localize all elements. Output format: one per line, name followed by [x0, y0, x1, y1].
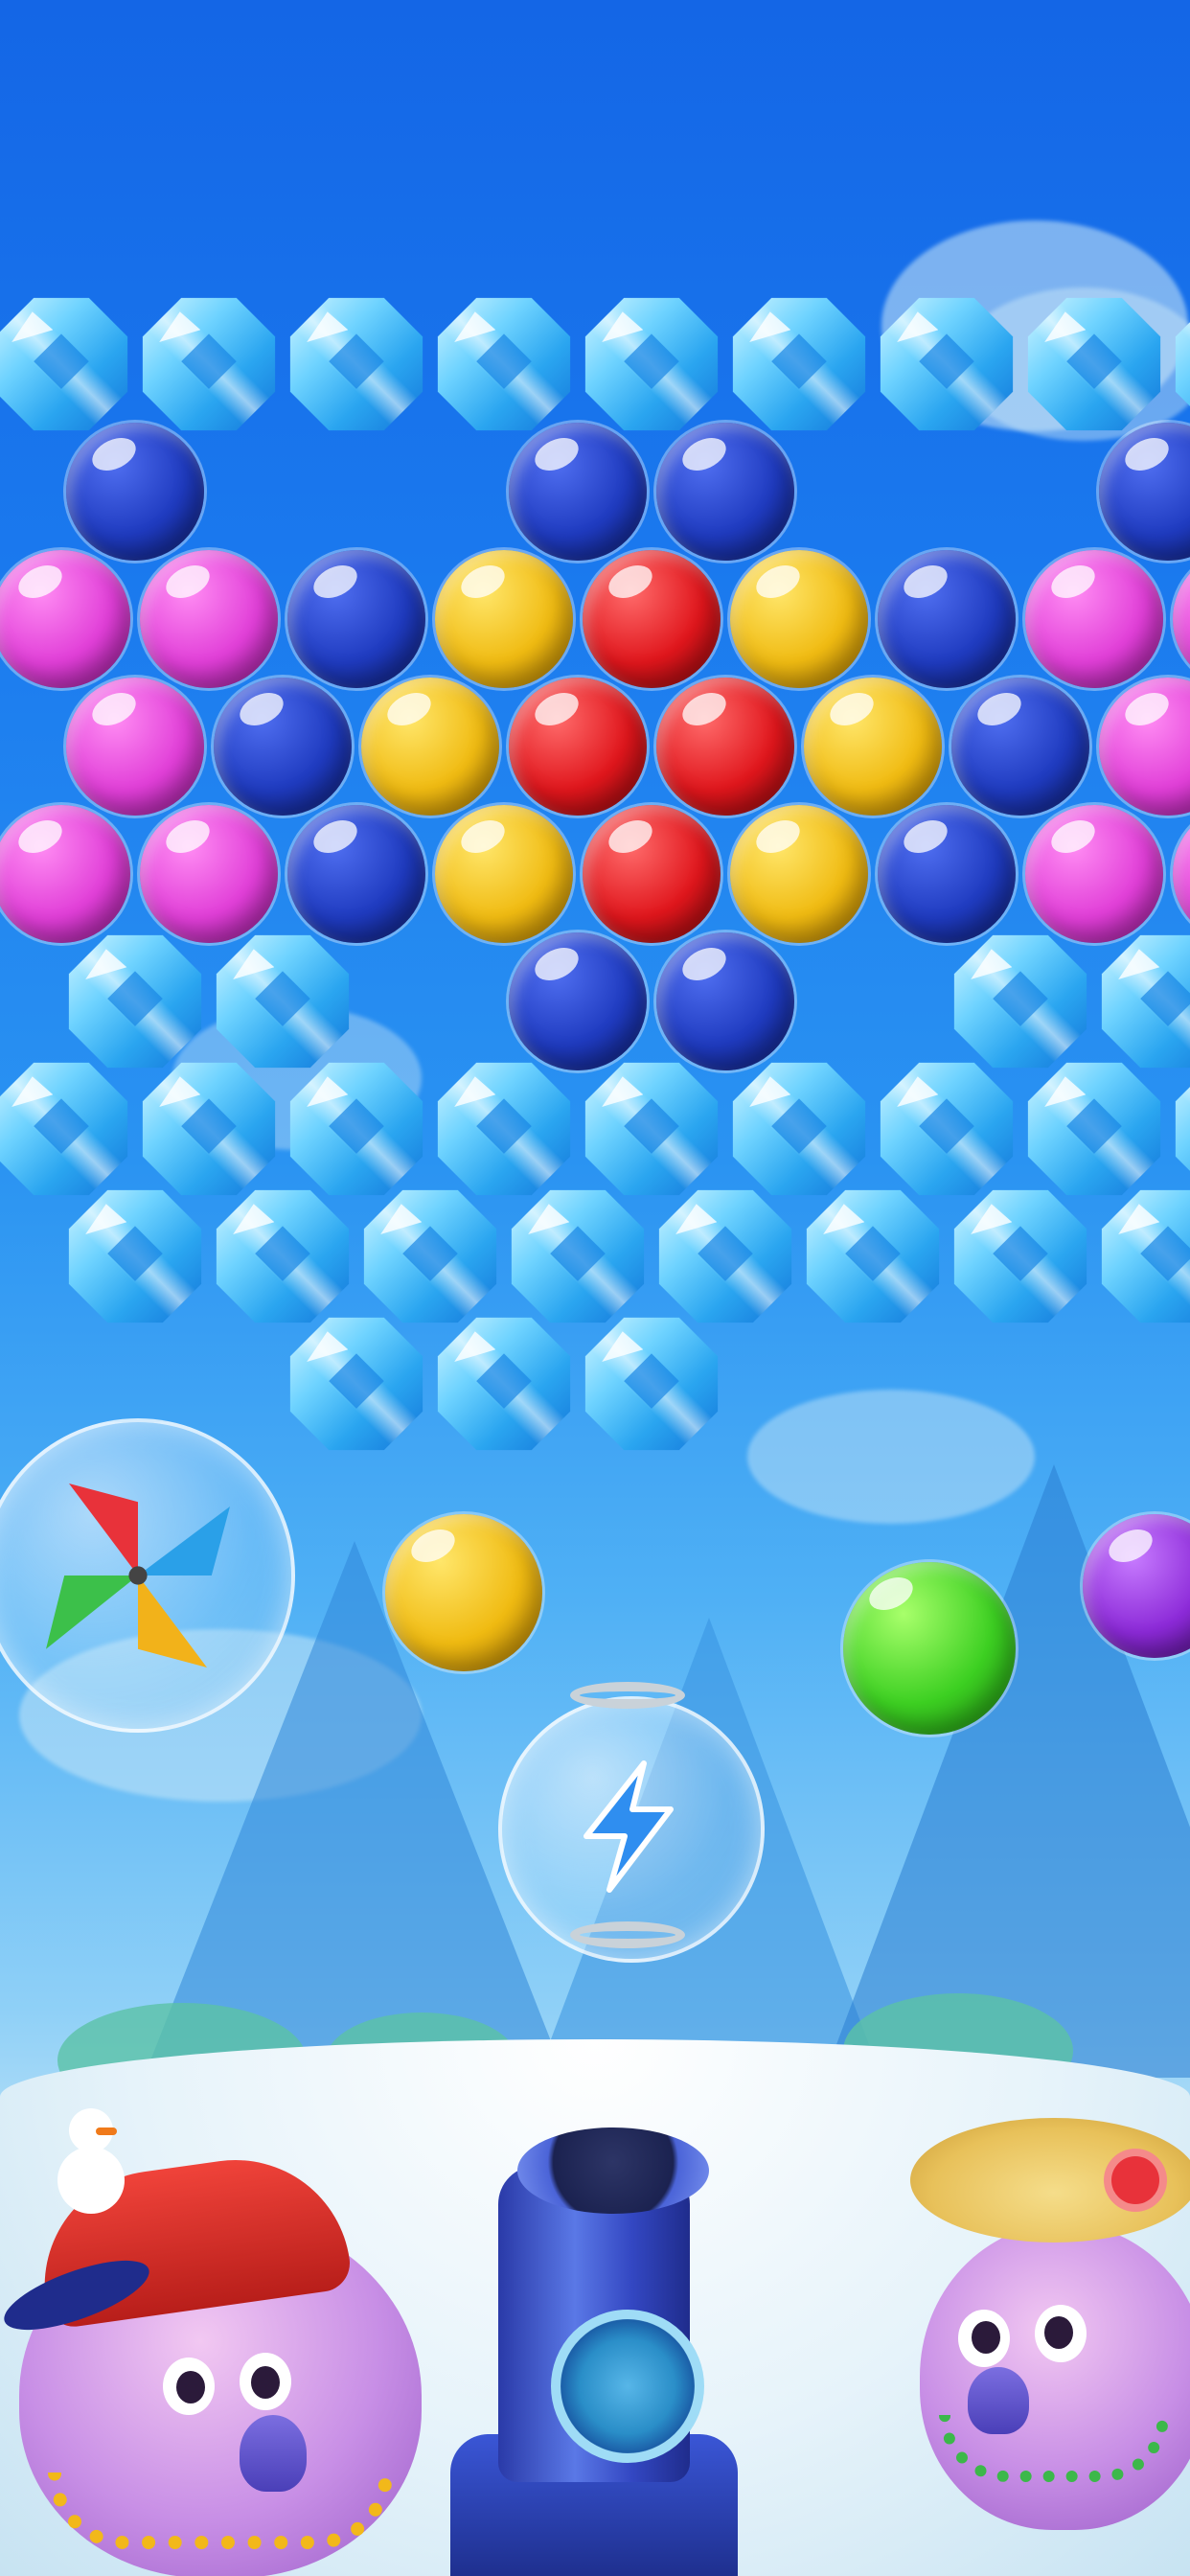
pink-bubble — [1025, 805, 1163, 943]
jar-bottom-rim — [570, 1921, 685, 1948]
ice-crystal-bubble — [1175, 1062, 1190, 1196]
game-scene[interactable] — [0, 0, 1190, 2576]
blue-bubble — [1099, 423, 1190, 561]
ice-crystal-bubble — [732, 297, 866, 431]
current-shooter-bubble[interactable] — [385, 1514, 542, 1671]
cannon-muzzle — [517, 2128, 709, 2214]
ice-crystal-bubble — [437, 1317, 571, 1451]
pink-bubble — [140, 805, 278, 943]
ice-crystal-bubble — [289, 297, 423, 431]
ice-crystal-bubble — [511, 1189, 645, 1323]
blue-bubble — [656, 932, 794, 1070]
cannon-swap-ring[interactable] — [551, 2310, 704, 2463]
bird-body — [920, 2223, 1190, 2530]
yellow-bubble — [361, 678, 499, 816]
lightning-icon — [584, 1760, 674, 1893]
gold-chain — [48, 2472, 393, 2549]
ice-crystal-bubble — [880, 1062, 1014, 1196]
blue-bubble — [287, 550, 425, 688]
ice-crystal-bubble — [658, 1189, 792, 1323]
blue-bubble — [287, 805, 425, 943]
ice-crystal-bubble — [0, 1062, 128, 1196]
ice-crystal-bubble — [953, 934, 1087, 1069]
yellow-bubble — [435, 805, 573, 943]
ice-crystal-bubble — [437, 297, 571, 431]
pink-bubble — [1173, 805, 1190, 943]
ice-crystal-bubble — [1101, 934, 1190, 1069]
bird-eye — [1035, 2305, 1087, 2362]
hat-flower — [1111, 2156, 1159, 2204]
pink-bubble — [0, 550, 130, 688]
ice-crystal-bubble — [289, 1317, 423, 1451]
red-bubble — [583, 550, 721, 688]
ice-crystal-bubble — [732, 1062, 866, 1196]
ice-crystal-bubble — [584, 1062, 719, 1196]
ice-crystal-bubble — [806, 1189, 940, 1323]
bird-eye — [958, 2310, 1010, 2367]
ice-crystal-bubble — [216, 1189, 350, 1323]
blue-bubble — [214, 678, 352, 816]
pink-bubble — [66, 678, 204, 816]
pink-bubble — [1173, 550, 1190, 688]
jar-top-rim — [570, 1682, 685, 1709]
ice-crystal-bubble — [584, 297, 719, 431]
blue-bubble — [878, 805, 1016, 943]
blue-bubble — [66, 423, 204, 561]
bird-eye — [163, 2358, 215, 2415]
yellow-bubble — [435, 550, 573, 688]
right-bird-character — [910, 2099, 1190, 2576]
red-bubble — [583, 805, 721, 943]
left-bird-character — [0, 2108, 441, 2576]
ice-crystal-bubble — [0, 297, 128, 431]
ice-crystal-bubble — [584, 1317, 719, 1451]
ice-crystal-bubble — [1101, 1189, 1190, 1323]
pinwheel-booster-button[interactable] — [0, 1418, 295, 1733]
ice-crystal-bubble — [363, 1189, 497, 1323]
next-shooter-bubble[interactable] — [843, 1562, 1016, 1735]
ice-crystal-bubble — [953, 1189, 1087, 1323]
blue-bubble — [509, 423, 647, 561]
yellow-bubble — [730, 805, 868, 943]
red-bubble — [509, 678, 647, 816]
yellow-bubble — [730, 550, 868, 688]
ice-crystal-bubble — [142, 297, 276, 431]
blue-bubble — [878, 550, 1016, 688]
blue-bubble — [951, 678, 1089, 816]
pink-bubble — [140, 550, 278, 688]
blue-bubble — [509, 932, 647, 1070]
bird-eye — [240, 2353, 291, 2410]
flower-necklace — [939, 2415, 1169, 2482]
pink-bubble — [1099, 678, 1190, 816]
snowman — [57, 2108, 125, 2214]
pink-bubble — [1025, 550, 1163, 688]
blue-bubble — [656, 423, 794, 561]
ice-crystal-bubble — [1027, 1062, 1161, 1196]
ice-crystal-bubble — [437, 1062, 571, 1196]
pink-bubble — [0, 805, 130, 943]
ice-crystal-bubble — [68, 1189, 202, 1323]
pinwheel-icon — [46, 1484, 230, 1668]
yellow-bubble — [804, 678, 942, 816]
red-bubble — [656, 678, 794, 816]
